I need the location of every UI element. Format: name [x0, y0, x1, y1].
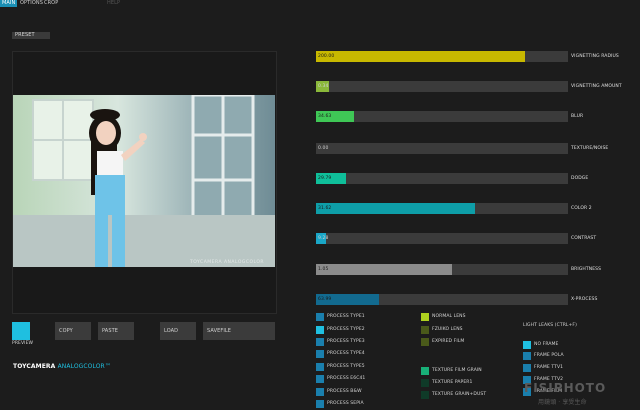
slider-fill — [316, 203, 475, 214]
option-swatch[interactable] — [316, 313, 324, 321]
slider-label: X-PROCESS — [571, 297, 598, 302]
slider-fill — [316, 264, 453, 275]
paste-button[interactable]: PASTE — [98, 322, 134, 340]
option-label: FRAME TTV1 — [534, 365, 564, 370]
option-label: EXPIRED FILM — [432, 339, 465, 344]
slider-label: BRIGHTNESS — [571, 267, 602, 272]
option-label: PROCESS TYPE1 — [327, 314, 365, 319]
slider-label: CONTRAST — [571, 236, 597, 241]
slider-value: 63.99 — [318, 297, 332, 302]
slider-2[interactable]: 34.63 — [316, 111, 568, 122]
slider-value: 0.34 — [318, 84, 329, 89]
option-label: FZUIKO LENS — [432, 327, 463, 332]
option-swatch[interactable] — [421, 338, 429, 346]
slider-1[interactable]: 0.34 — [316, 81, 568, 92]
savefile-label: SAVEFILE — [207, 328, 232, 334]
option-label: FRAME POLA — [534, 353, 564, 358]
option-swatch[interactable] — [421, 326, 429, 334]
tab-main[interactable]: MAIN — [0, 0, 18, 7]
option-swatch[interactable] — [316, 350, 324, 358]
slider-8[interactable]: 63.99 — [316, 294, 568, 305]
option-swatch[interactable] — [421, 313, 429, 321]
option-label: PROCESS B&W — [327, 389, 362, 394]
option-swatch[interactable] — [421, 391, 429, 399]
slider-label: VIGNETTING AMOUNT — [571, 84, 622, 89]
load-label: LOAD — [164, 328, 179, 334]
slider-4[interactable]: 29.79 — [316, 173, 568, 184]
option-label: NORMAL LENS — [432, 314, 466, 319]
slider-5[interactable]: 31.62 — [316, 203, 568, 214]
option-label: PROCESS TYPE5 — [327, 364, 365, 369]
slider-fill — [316, 51, 526, 62]
option-label: PROCESS TYPE3 — [327, 339, 365, 344]
slider-3[interactable]: 0.00 — [316, 143, 568, 154]
slider-0[interactable]: 200.00 — [316, 51, 568, 62]
copy-label: COPY — [59, 328, 73, 334]
slider-label: COLOR 2 — [571, 206, 592, 211]
watermark-sub: 用鏡頭 · 享受生命 — [538, 399, 587, 406]
option-swatch[interactable] — [316, 338, 324, 346]
photo-illustration — [13, 95, 275, 267]
logo-accent: ANALOGCOLOR™ — [57, 363, 111, 370]
option-swatch[interactable] — [316, 326, 324, 334]
slider-value: 31.62 — [318, 206, 332, 211]
logo-main: TOYCAMERA — [13, 363, 56, 370]
option-swatch[interactable] — [523, 352, 531, 360]
copy-button[interactable]: COPY — [55, 322, 91, 340]
slider-label: BLUR — [571, 114, 584, 119]
option-label: PROCESS E6C41 — [327, 376, 366, 381]
watermark: FISIPHOTO — [524, 381, 607, 395]
photo-caption: TOYCAMERA ANALOGCOLOR — [190, 260, 265, 265]
option-label: NO FRAME — [534, 342, 559, 347]
option-label: PROCESS SEPIA — [327, 401, 364, 406]
slider-7[interactable]: 1.05 — [316, 264, 568, 275]
tab-help[interactable]: HELP — [107, 0, 120, 7]
slider-value: 1.05 — [318, 267, 329, 272]
option-label: PROCESS TYPE4 — [327, 351, 365, 356]
slider-value: 200.00 — [318, 54, 335, 59]
tab-options[interactable]: OPTIONS — [20, 0, 43, 7]
option-label: PROCESS TYPE2 — [327, 327, 365, 332]
load-button[interactable]: LOAD — [160, 322, 196, 340]
slider-label: VIGNETTING RADIUS — [571, 54, 619, 59]
slider-label: DODGE — [571, 176, 589, 181]
preview-label: PREVIEW — [12, 341, 34, 346]
option-swatch[interactable] — [316, 388, 324, 396]
tab-crop[interactable]: CROP — [44, 0, 58, 7]
preview-button[interactable] — [12, 322, 30, 340]
option-label: TEXTURE PAPER1 — [432, 380, 473, 385]
preview-photo — [13, 95, 275, 267]
app-logo: TOYCAMERA ANALOGCOLOR™ — [13, 363, 111, 370]
option-swatch[interactable] — [421, 379, 429, 387]
option-label: TEXTURE GRAIN+DUST — [432, 392, 487, 397]
savefile-button[interactable]: SAVEFILE — [203, 322, 275, 340]
slider-label: TEXTURE/NOISE — [571, 146, 609, 151]
slider-value: 9.28 — [318, 236, 329, 241]
preset-button[interactable]: PRESET — [12, 32, 50, 39]
option-swatch[interactable] — [316, 363, 324, 371]
option-label: TEXTURE FILM GRAIN — [432, 368, 482, 373]
light-leaks-label[interactable]: LIGHT LEAKS (CTRL+F) — [523, 323, 577, 328]
paste-label: PASTE — [102, 328, 119, 334]
slider-value: 34.63 — [318, 114, 332, 119]
option-swatch[interactable] — [316, 400, 324, 408]
slider-value: 0.00 — [318, 146, 329, 151]
option-swatch[interactable] — [421, 367, 429, 375]
slider-value: 29.79 — [318, 176, 332, 181]
option-swatch[interactable] — [523, 341, 531, 349]
option-swatch[interactable] — [523, 364, 531, 372]
option-swatch[interactable] — [316, 375, 324, 383]
slider-6[interactable]: 9.28 — [316, 233, 568, 244]
